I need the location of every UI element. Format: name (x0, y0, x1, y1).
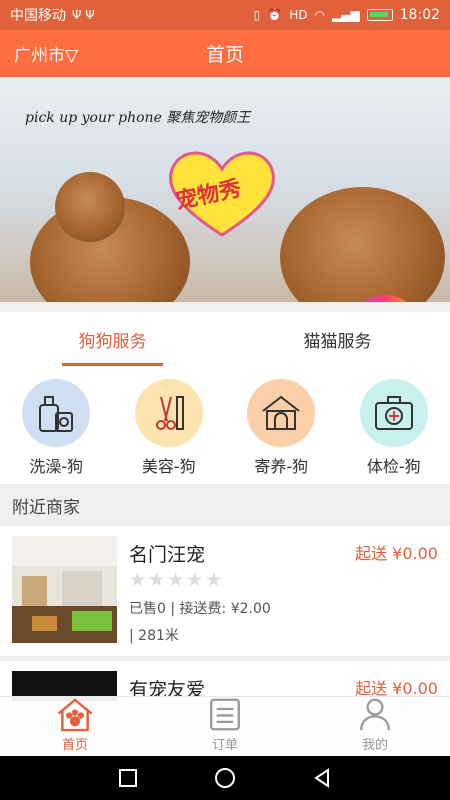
service-grid: 洗澡-狗 美容-狗 寄养-狗 体检-狗 (0, 367, 450, 485)
tab-cat-services[interactable]: 猫猫服务 (225, 312, 450, 367)
sold-count: 已售0 (129, 601, 166, 617)
merchant-stats: 已售0 | 接送费: ¥2.00 (129, 598, 271, 618)
banner-image[interactable]: pick up your phone 聚焦宠物颜王 宠物秀 (0, 77, 450, 302)
service-boarding-label: 寄养-狗 (254, 457, 309, 476)
tab-home[interactable]: 首页 (0, 697, 150, 756)
star-icon: ★ (167, 569, 185, 591)
distance-separator: | (129, 628, 134, 644)
merchant-card[interactable]: 名门汪宠 起送 ¥0.00 ★ ★ ★ ★ ★ 已售0 | 接送费: ¥2.00 | 2… (0, 526, 450, 656)
merchant-card[interactable]: 有宠友爱 起送 ¥0.00 (0, 661, 450, 701)
tab-profile-label: 我的 (361, 738, 388, 753)
service-checkup-label: 体检-狗 (366, 457, 421, 476)
star-icon: ★ (148, 569, 166, 591)
bottom-tab-bar: 首页 订单 我的 (0, 696, 450, 756)
banner-slogan: pick up your phone 聚焦宠物颜王 (25, 110, 251, 126)
merchant-min-order: 起送 ¥0.00 (355, 544, 438, 563)
service-bath[interactable]: 洗澡-狗 (6, 379, 106, 484)
alarm-icon: ⏰ (267, 8, 283, 22)
tab-orders-label: 订单 (211, 738, 238, 753)
tab-home-label: 首页 (61, 738, 88, 753)
merchant-thumbnail (12, 536, 117, 643)
signal-icon: ▂▄▆ (331, 8, 360, 22)
star-icon: ★ (129, 569, 147, 591)
delivery-fee: 接送费: ¥2.00 (179, 601, 271, 617)
service-grooming-label: 美容-狗 (141, 457, 196, 476)
dog-right-illustration (280, 187, 445, 302)
battery-icon (366, 9, 393, 21)
merchant-distance: 281米 (138, 628, 179, 644)
dog-left-head (55, 172, 125, 242)
order-list-icon (210, 698, 240, 731)
status-bar: 中国移动 Ψ Ψ ▯ ⏰ HD ◠ ▂▄▆ 18:02 (0, 0, 450, 30)
user-icon (360, 698, 390, 731)
star-icon: ★ (205, 569, 223, 591)
wifi-icon: ◠ (314, 8, 325, 22)
clock: 18:02 (399, 7, 440, 23)
service-tabs: 狗狗服务 猫猫服务 (0, 312, 450, 367)
system-nav-bar (0, 756, 450, 800)
carrier-label: 中国移动 (10, 8, 66, 24)
back-button[interactable] (311, 767, 333, 789)
service-grooming[interactable]: 美容-狗 (119, 379, 219, 484)
vibrate-icon: ▯ (253, 8, 261, 22)
tab-profile[interactable]: 我的 (300, 697, 450, 756)
scissors-comb-icon (134, 379, 203, 447)
hd-icon: HD (289, 8, 308, 22)
home-button[interactable] (213, 766, 237, 790)
city-selector[interactable]: 广州市▽ (14, 41, 78, 66)
doghouse-icon (247, 379, 316, 447)
nearby-section-title: 附近商家 (0, 486, 450, 524)
service-boarding[interactable]: 寄养-狗 (231, 379, 331, 484)
merchant-distance-row: | 281米 (129, 625, 179, 645)
app-header: 广州市▽ 首页 (0, 30, 450, 77)
shampoo-bottles-icon (22, 379, 91, 447)
medical-kit-icon (359, 379, 428, 447)
star-icon: ★ (186, 569, 204, 591)
recents-button[interactable] (117, 767, 139, 789)
usb-icon: Ψ Ψ (72, 8, 95, 22)
info-separator: | (170, 601, 176, 617)
rating-stars: ★ ★ ★ ★ ★ (129, 569, 222, 591)
merchant-name: 名门汪宠 (129, 544, 206, 566)
service-bath-label: 洗澡-狗 (29, 457, 84, 476)
paw-house-icon (57, 698, 93, 732)
tab-orders[interactable]: 订单 (150, 697, 300, 756)
tab-dog-services[interactable]: 狗狗服务 (0, 312, 225, 367)
service-checkup[interactable]: 体检-狗 (344, 379, 444, 484)
